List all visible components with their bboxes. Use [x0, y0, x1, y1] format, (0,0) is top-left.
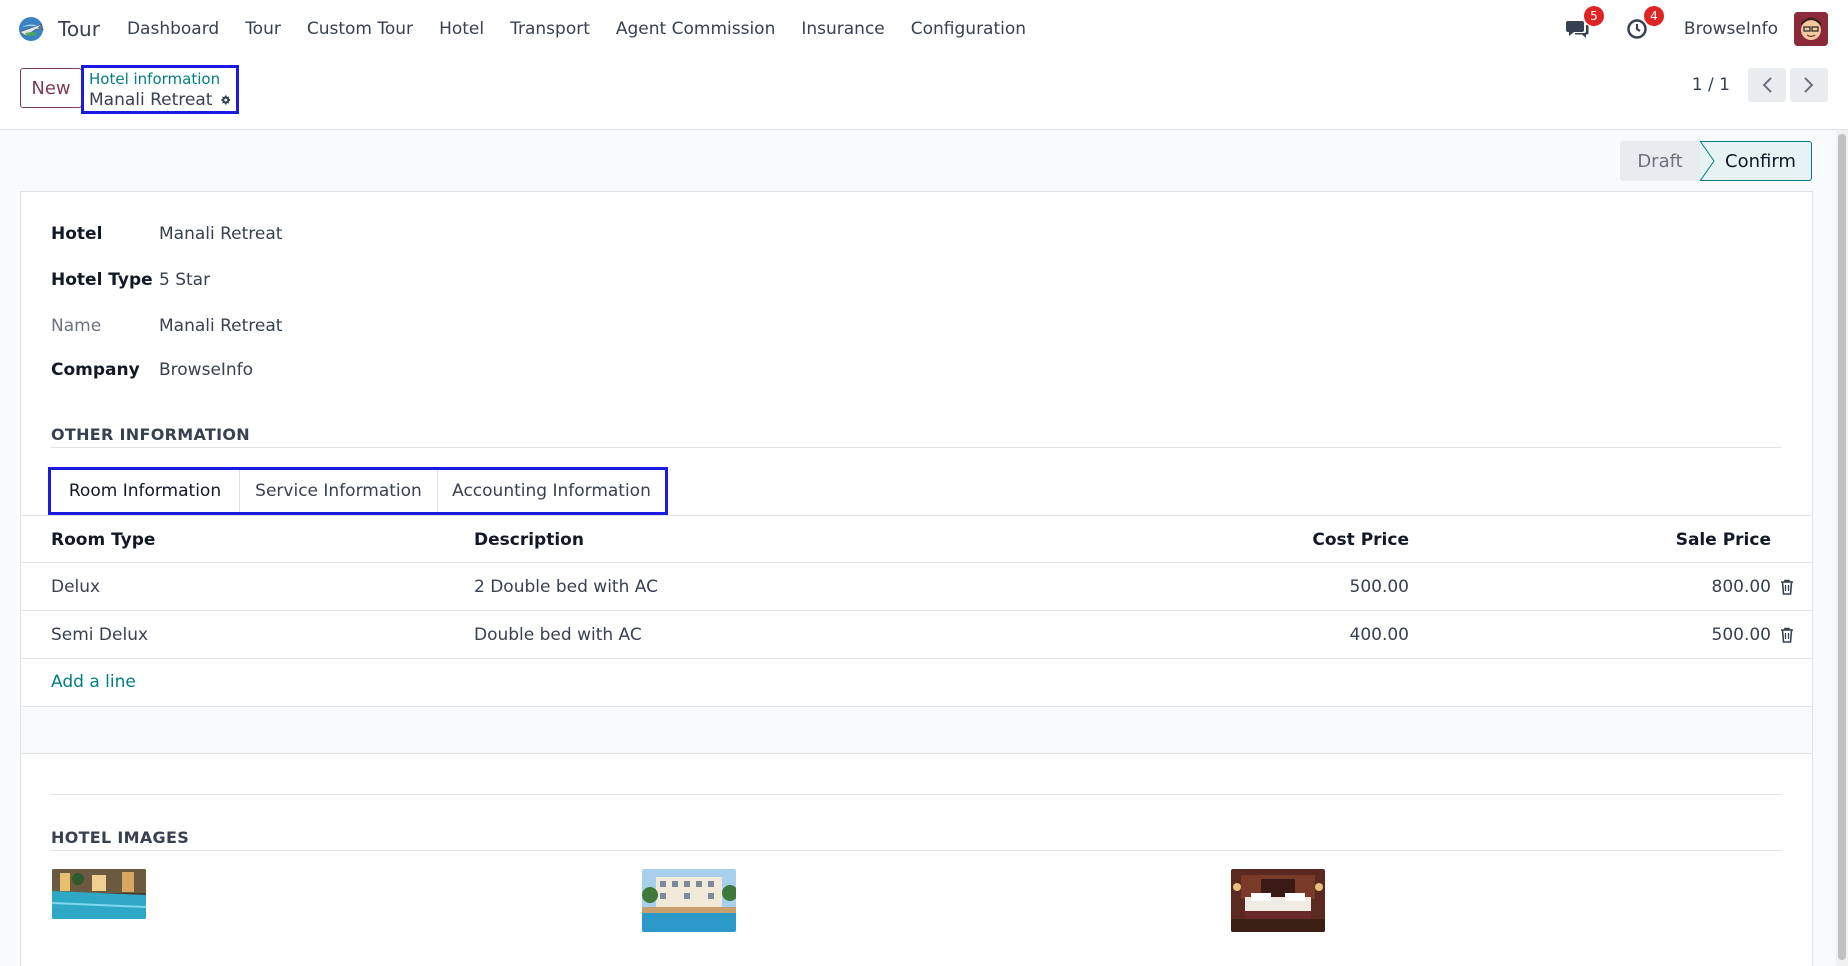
- menu-custom-tour[interactable]: Custom Tour: [294, 19, 426, 39]
- breadcrumb-parent-link[interactable]: Hotel information: [89, 70, 231, 89]
- name-value[interactable]: Manali Retreat: [159, 316, 282, 336]
- cell-room-type[interactable]: Semi Delux: [51, 611, 148, 659]
- trash-icon: [1781, 627, 1793, 643]
- cell-description[interactable]: 2 Double bed with AC: [474, 563, 658, 611]
- hotel-type-value[interactable]: 5 Star: [159, 270, 210, 290]
- add-line-link[interactable]: Add a line: [51, 672, 136, 692]
- tab-accounting-information[interactable]: Accounting Information: [438, 470, 665, 512]
- header-cost-price[interactable]: Cost Price: [1312, 516, 1409, 564]
- trash-icon: [1781, 579, 1793, 595]
- hotel-value[interactable]: Manali Retreat: [159, 224, 282, 244]
- section-divider: [51, 850, 1781, 851]
- section-divider: [51, 794, 1781, 795]
- user-avatar-icon: [1794, 12, 1828, 46]
- header-room-type[interactable]: Room Type: [51, 516, 155, 564]
- activities-badge: 4: [1643, 6, 1664, 26]
- table-row[interactable]: Delux 2 Double bed with AC 500.00 800.00: [21, 563, 1812, 611]
- name-label: Name: [51, 316, 102, 336]
- cell-sale-price[interactable]: 500.00: [1712, 611, 1771, 659]
- room-table: Room Type Description Cost Price Sale Pr…: [21, 515, 1812, 754]
- cell-room-type[interactable]: Delux: [51, 563, 100, 611]
- activities-button[interactable]: 4: [1624, 6, 1664, 42]
- control-panel: New Hotel information Manali Retreat 1 /…: [0, 58, 1848, 130]
- cell-sale-price[interactable]: 800.00: [1712, 563, 1771, 611]
- avatar[interactable]: [1794, 12, 1828, 46]
- company-value[interactable]: BrowseInfo: [159, 360, 253, 380]
- delete-row-button[interactable]: [1778, 563, 1796, 611]
- section-divider: [51, 447, 1781, 448]
- header-description[interactable]: Description: [474, 516, 584, 564]
- menu-insurance[interactable]: Insurance: [788, 19, 897, 39]
- hotel-label: Hotel: [51, 224, 103, 244]
- menu-tour[interactable]: Tour: [232, 19, 294, 39]
- menu-configuration[interactable]: Configuration: [898, 19, 1039, 39]
- pager: 1 / 1: [1692, 68, 1828, 102]
- header-sale-price[interactable]: Sale Price: [1676, 516, 1771, 564]
- menu-transport[interactable]: Transport: [497, 19, 603, 39]
- gear-icon[interactable]: [221, 92, 231, 108]
- tab-room-information[interactable]: Room Information: [51, 470, 240, 512]
- user-menu-name[interactable]: BrowseInfo: [1684, 19, 1778, 39]
- messages-button[interactable]: 5: [1564, 6, 1604, 42]
- pager-value[interactable]: 1 / 1: [1692, 75, 1730, 95]
- menu-dashboard[interactable]: Dashboard: [114, 19, 232, 39]
- app-name: Tour: [58, 17, 100, 41]
- hotel-images-title: HOTEL IMAGES: [51, 828, 190, 847]
- stage-confirm[interactable]: Confirm: [1700, 141, 1812, 181]
- field-hotel-type: Hotel Type 5 Star: [51, 270, 210, 290]
- hotel-image-bedroom[interactable]: [1231, 869, 1325, 932]
- tab-service-information[interactable]: Service Information: [240, 470, 438, 512]
- page-scrollbar-thumb[interactable]: [1838, 134, 1846, 960]
- company-label: Company: [51, 360, 140, 380]
- table-row[interactable]: Semi Delux Double bed with AC 400.00 500…: [21, 611, 1812, 659]
- breadcrumb-current-label: Manali Retreat: [89, 90, 213, 110]
- menu-hotel[interactable]: Hotel: [426, 19, 497, 39]
- breadcrumb-current: Manali Retreat: [89, 89, 231, 111]
- tour-logo-icon: [19, 17, 45, 41]
- form-sheet: Hotel Manali Retreat Hotel Type 5 Star N…: [20, 191, 1813, 966]
- notebook-tabs: Room Information Service Information Acc…: [48, 467, 668, 515]
- add-line-row: Add a line: [21, 659, 1812, 707]
- cell-description[interactable]: Double bed with AC: [474, 611, 642, 659]
- delete-row-button[interactable]: [1778, 611, 1796, 659]
- chevron-right-icon: [1804, 77, 1814, 93]
- field-hotel: Hotel Manali Retreat: [51, 224, 282, 244]
- cell-cost-price[interactable]: 400.00: [1350, 611, 1409, 659]
- table-footer: [21, 707, 1812, 754]
- app-brand[interactable]: Tour: [16, 14, 114, 44]
- pager-previous-button[interactable]: [1748, 68, 1786, 102]
- other-information-title: OTHER INFORMATION: [51, 425, 250, 444]
- stage-draft[interactable]: Draft: [1620, 141, 1700, 181]
- hotel-image-building-pool[interactable]: [642, 869, 736, 932]
- main-menu: Dashboard Tour Custom Tour Hotel Transpo…: [114, 19, 1039, 39]
- new-button[interactable]: New: [20, 68, 82, 108]
- hotel-image-pool-night[interactable]: [52, 869, 146, 919]
- table-header: Room Type Description Cost Price Sale Pr…: [21, 515, 1812, 563]
- stage-arrow-icon: [1698, 141, 1715, 181]
- messages-badge: 5: [1583, 6, 1604, 26]
- chevron-left-icon: [1762, 77, 1772, 93]
- hotel-type-label: Hotel Type: [51, 270, 153, 290]
- breadcrumb: Hotel information Manali Retreat: [81, 65, 239, 114]
- pager-next-button[interactable]: [1790, 68, 1828, 102]
- menu-agent-commission[interactable]: Agent Commission: [603, 19, 788, 39]
- status-bar: Draft Confirm: [1620, 141, 1812, 181]
- field-company: Company BrowseInfo: [51, 360, 253, 380]
- cell-cost-price[interactable]: 500.00: [1350, 563, 1409, 611]
- field-name: Name Manali Retreat: [51, 316, 282, 336]
- top-navbar: Tour Dashboard Tour Custom Tour Hotel Tr…: [0, 0, 1848, 58]
